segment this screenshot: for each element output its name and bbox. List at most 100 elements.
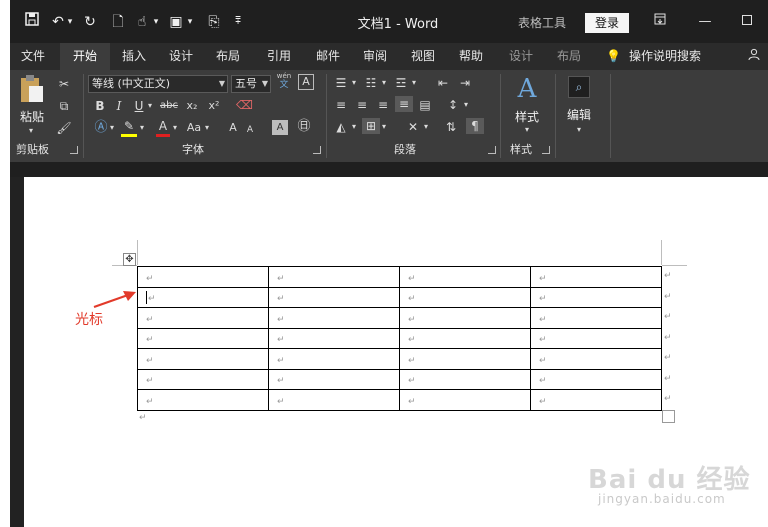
- table-cell[interactable]: ↵: [268, 266, 400, 288]
- tab-insert[interactable]: 插入: [113, 43, 155, 70]
- redo-icon[interactable]: ↻: [82, 12, 98, 32]
- table-cell[interactable]: ↵: [137, 327, 269, 349]
- save-icon[interactable]: [24, 12, 40, 32]
- table-cell[interactable]: ↵: [530, 307, 662, 329]
- login-button[interactable]: 登录: [585, 13, 629, 33]
- change-case-dropdown-icon[interactable]: ▾: [203, 120, 211, 136]
- ribbon-display-options-icon[interactable]: [650, 12, 670, 32]
- table-cell[interactable]: ↵: [530, 368, 662, 390]
- table-cell[interactable]: ↵: [399, 389, 531, 411]
- font-size-combo[interactable]: 五号 ▼: [231, 75, 271, 93]
- tell-me-search[interactable]: 💡 操作说明搜索: [606, 43, 701, 70]
- touch-mode-icon[interactable]: ☝: [134, 12, 150, 32]
- clear-formatting-icon[interactable]: ⌫: [236, 97, 253, 113]
- table-cell[interactable]: ↵: [137, 266, 269, 288]
- customize-qat-icon[interactable]: ⩱: [232, 12, 244, 32]
- form-dropdown-icon[interactable]: ▾: [185, 12, 195, 32]
- table-cell[interactable]: ↵: [399, 368, 531, 390]
- minimize-icon[interactable]: —: [695, 12, 715, 32]
- borders-icon[interactable]: ⊞: [362, 118, 380, 134]
- tab-help[interactable]: 帮助: [450, 43, 492, 70]
- tab-view[interactable]: 视图: [402, 43, 444, 70]
- paste-icon[interactable]: [18, 74, 46, 104]
- document-table[interactable]: ↵ ↵ ↵ ↵ ↵ ↵ ↵ ↵ ↵ ↵ ↵ ↵ ↵ ↵ ↵ ↵ ↵ ↵ ↵ ↵ ↵ ↵ ↵ ↵ ↵ ↵ ↵ ↵: [137, 266, 662, 411]
- bold-button[interactable]: B: [93, 98, 107, 114]
- grow-font-button[interactable]: A: [226, 120, 240, 136]
- change-case-button[interactable]: Aa: [185, 120, 203, 136]
- table-cell[interactable]: ↵: [399, 327, 531, 349]
- styles-dropdown-icon[interactable]: ▾: [522, 122, 532, 138]
- copy-icon[interactable]: ⧉: [56, 98, 72, 114]
- table-cell[interactable]: ↵: [137, 348, 269, 370]
- tab-file[interactable]: 文件: [14, 43, 52, 70]
- enclose-characters-icon[interactable]: ㊐: [296, 119, 312, 135]
- table-cell[interactable]: ↵: [530, 389, 662, 411]
- table-cell[interactable]: ↵: [268, 307, 400, 329]
- underline-dropdown-icon[interactable]: ▾: [146, 98, 154, 114]
- maximize-icon[interactable]: [737, 12, 757, 32]
- numbering-icon[interactable]: ☷: [362, 75, 380, 91]
- text-effects-dropdown-icon[interactable]: ▾: [108, 120, 116, 136]
- format-painter-icon[interactable]: 🖌: [56, 120, 72, 136]
- cut-icon[interactable]: ✂: [56, 76, 72, 92]
- font-color-button[interactable]: A: [156, 118, 170, 137]
- underline-button[interactable]: U: [132, 98, 146, 114]
- superscript-button[interactable]: x²: [206, 98, 222, 114]
- borders-dropdown-icon[interactable]: ▾: [380, 119, 388, 135]
- clipboard-launcher-icon[interactable]: [70, 146, 78, 154]
- table-cell[interactable]: ↵: [530, 266, 662, 288]
- bullets-icon[interactable]: ☰: [332, 75, 350, 91]
- multilevel-list-icon[interactable]: ☲: [392, 75, 410, 91]
- chinese-layout-dropdown-icon[interactable]: ▾: [422, 119, 430, 135]
- sort-icon[interactable]: ⇅: [442, 119, 460, 135]
- table-cell[interactable]: ↵: [268, 286, 400, 308]
- character-border-icon[interactable]: A: [298, 74, 314, 90]
- table-cell[interactable]: ↵: [530, 286, 662, 308]
- table-cell[interactable]: ↵: [530, 327, 662, 349]
- numbering-dropdown-icon[interactable]: ▾: [380, 75, 388, 91]
- tab-table-design[interactable]: 设计: [500, 43, 542, 70]
- multilevel-dropdown-icon[interactable]: ▾: [410, 75, 418, 91]
- styles-icon[interactable]: A: [512, 74, 542, 104]
- font-launcher-icon[interactable]: [313, 146, 321, 154]
- shading-dropdown-icon[interactable]: ▾: [350, 119, 358, 135]
- shrink-font-button[interactable]: A: [244, 122, 256, 138]
- strikethrough-button[interactable]: abc: [158, 98, 180, 114]
- editing-dropdown-icon[interactable]: ▾: [574, 122, 584, 138]
- table-move-handle-icon[interactable]: ✥: [123, 253, 136, 266]
- table-cell[interactable]: ↵: [530, 348, 662, 370]
- align-right-icon[interactable]: ≡: [374, 97, 392, 113]
- paste-dropdown-icon[interactable]: ▾: [26, 123, 36, 139]
- line-spacing-icon[interactable]: ↕: [444, 97, 462, 113]
- table-resize-handle[interactable]: [662, 410, 675, 423]
- highlight-color-icon[interactable]: ✎: [121, 118, 137, 137]
- table-cell[interactable]: ↵: [399, 266, 531, 288]
- font-color-dropdown-icon[interactable]: ▾: [171, 120, 179, 136]
- bullets-dropdown-icon[interactable]: ▾: [350, 75, 358, 91]
- align-center-icon[interactable]: ≡: [353, 97, 371, 113]
- show-hide-marks-icon[interactable]: ¶: [466, 118, 484, 134]
- character-shading-icon[interactable]: A: [272, 120, 288, 135]
- table-cell[interactable]: ↵: [399, 348, 531, 370]
- table-cell[interactable]: ↵: [137, 307, 269, 329]
- tab-design[interactable]: 设计: [160, 43, 202, 70]
- touch-dropdown-icon[interactable]: ▾: [151, 12, 161, 32]
- table-cell[interactable]: ↵: [268, 368, 400, 390]
- decrease-indent-icon[interactable]: ⇤: [434, 75, 452, 91]
- increase-indent-icon[interactable]: ⇥: [456, 75, 474, 91]
- share-user-icon[interactable]: [744, 43, 764, 70]
- table-cell[interactable]: ↵: [137, 389, 269, 411]
- highlight-dropdown-icon[interactable]: ▾: [138, 120, 146, 136]
- print-preview-icon[interactable]: ⎘: [206, 12, 222, 32]
- subscript-button[interactable]: x₂: [184, 98, 200, 114]
- shading-icon[interactable]: ◭: [332, 119, 350, 135]
- font-name-combo[interactable]: 等线 (中文正文) ▼: [88, 75, 228, 93]
- chinese-layout-icon[interactable]: ✕: [404, 119, 422, 135]
- phonetic-guide-icon[interactable]: wén 文: [276, 72, 292, 90]
- distributed-icon[interactable]: ▤: [416, 97, 434, 113]
- align-left-icon[interactable]: ≡: [332, 97, 350, 113]
- tab-layout[interactable]: 布局: [207, 43, 249, 70]
- undo-icon[interactable]: ↶: [50, 12, 66, 32]
- justify-icon[interactable]: ≡: [395, 96, 413, 112]
- form-icon[interactable]: ▣: [168, 12, 184, 32]
